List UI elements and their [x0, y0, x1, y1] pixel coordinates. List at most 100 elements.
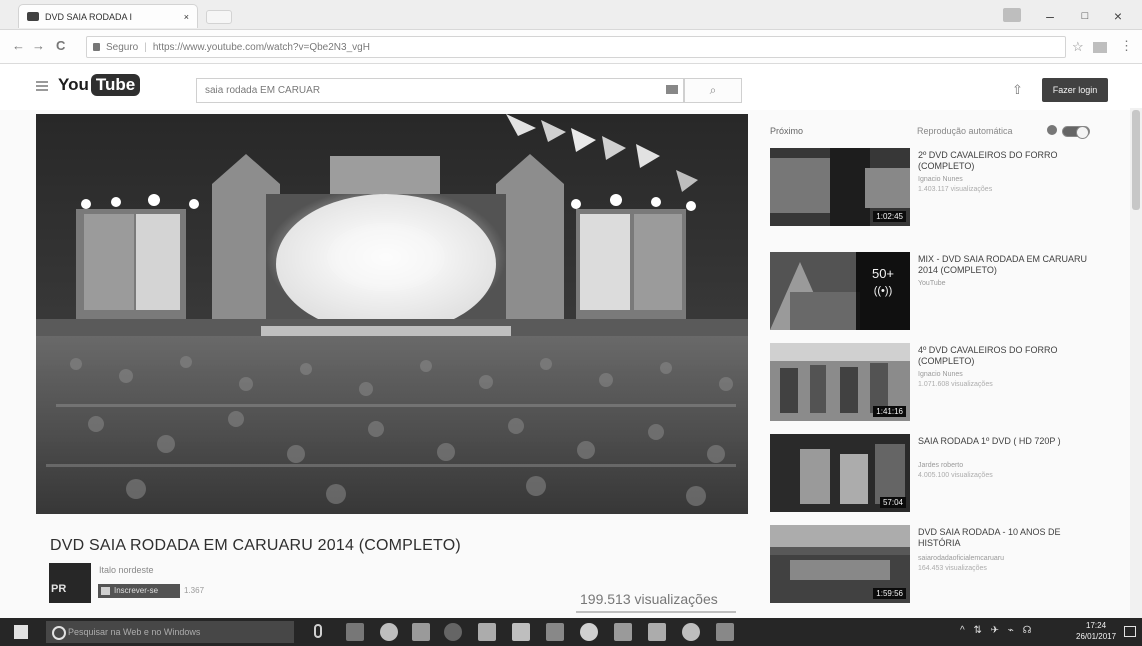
microphone-icon[interactable] [314, 624, 322, 638]
recommendation-item[interactable]: 1:41:16 4º DVD CAVALEIROS DO FORRO (COMP… [770, 343, 1130, 423]
mix-playlist-overlay: 50+ ((•)) [856, 252, 910, 330]
tab-title: DVD SAIA RODADA I [45, 11, 133, 22]
recommendation-item[interactable]: 1:59:56 DVD SAIA RODADA - 10 ANOS DE HIS… [770, 525, 1130, 605]
paint-icon[interactable] [716, 623, 734, 641]
profile-icon[interactable] [1003, 8, 1021, 22]
recommendation-channel: saiarodadaoficialemcaruaru [918, 555, 1004, 562]
browser-menu-icon[interactable]: ⋮ [1120, 38, 1133, 54]
recommendation-item[interactable]: 57:04 SAIA RODADA 1º DVD ( HD 720p ) Jar… [770, 434, 1130, 514]
search-button[interactable]: ⌕ [684, 78, 742, 103]
chrome-icon[interactable] [444, 623, 462, 641]
new-tab-button[interactable] [206, 10, 232, 24]
recommendation-item[interactable]: 1:02:45 2º DVD CAVALEIROS DO FORRO (COMP… [770, 148, 1130, 228]
taskbar-search-box[interactable]: Pesquisar na Web e no Windows [46, 621, 294, 643]
logo-tube: Tube [90, 74, 141, 96]
upload-icon[interactable]: ⇧ [1012, 82, 1023, 98]
subscribe-button[interactable]: Inscrever-se [98, 584, 180, 598]
info-icon[interactable] [1047, 125, 1057, 135]
recommendation-item-mix[interactable]: 50+ ((•)) Mix - DVD SAIA RODADA EM CARUA… [770, 252, 1130, 332]
url-text: https://www.youtube.com/watch?v=Qbe2N3_v… [152, 41, 370, 53]
recommendation-channel: Jardes roberto [918, 462, 964, 469]
task-view-icon[interactable] [346, 623, 364, 641]
tab-close-icon[interactable]: × [184, 12, 189, 22]
edge-browser-icon[interactable] [380, 623, 398, 641]
scrollbar-thumb[interactable] [1132, 110, 1140, 210]
maximize-button[interactable]: □ [1075, 10, 1095, 22]
avatar-text: PR [51, 583, 67, 595]
sign-in-button[interactable]: Fazer login [1042, 78, 1108, 102]
video-duration: 1:02:45 [873, 211, 906, 222]
mail-icon[interactable] [546, 623, 564, 641]
browser-tab[interactable]: DVD SAIA RODADA I × [18, 4, 198, 28]
recommendation-views: 1.403.117 visualizações [918, 186, 993, 193]
system-tray-icons[interactable]: ^ ⇅ ✈ ⌁ ☊ [960, 625, 1034, 636]
autoplay-label: Reprodução automática [917, 126, 1013, 136]
youtube-favicon-icon [27, 12, 39, 21]
taskbar-clock[interactable]: 17:24 26/01/2017 [1076, 620, 1116, 642]
tab-strip: DVD SAIA RODADA I × – □ × [0, 0, 1142, 30]
video-title: DVD SAIA RODADA EM CARUARU 2014 (COMPLET… [50, 537, 461, 554]
clock-time: 17:24 [1086, 621, 1107, 630]
recommendation-views: 1.071.608 visualizações [918, 381, 993, 388]
photos-icon[interactable] [614, 623, 632, 641]
recommendation-views: 4.005.100 visualizações [918, 472, 993, 479]
screen: DVD SAIA RODADA I × – □ × ← → C Seguro |… [0, 0, 1142, 646]
video-thumbnail[interactable]: 1:41:16 [770, 343, 910, 421]
file-explorer-icon[interactable] [412, 623, 430, 641]
search-input[interactable]: saia rodada EM CARUAR [196, 78, 684, 103]
taskbar-app-icon[interactable] [478, 623, 496, 641]
url-separator: | [144, 41, 147, 53]
view-count: 199.513 visualizações [580, 591, 718, 607]
address-bar[interactable]: Seguro | https://www.youtube.com/watch?v… [86, 36, 1066, 58]
video-thumbnail[interactable]: 1:59:56 [770, 525, 910, 603]
close-window-button[interactable]: × [1108, 8, 1128, 24]
guide-menu-icon[interactable] [36, 81, 48, 91]
word-icon[interactable] [648, 623, 666, 641]
youtube-header: You Tube saia rodada EM CARUAR ⌕ ⇧ Fazer… [0, 64, 1142, 110]
logo-you: You [58, 75, 89, 94]
bookmark-star-icon[interactable]: ☆ [1072, 39, 1084, 55]
video-duration: 1:41:16 [873, 406, 906, 417]
secure-label: Seguro [106, 41, 139, 53]
channel-name[interactable]: Italo nordeste [99, 565, 154, 575]
lock-icon [93, 43, 100, 51]
recommendation-views: 164.453 visualizações [918, 565, 987, 572]
recommendation-title[interactable]: 4º DVD CAVALEIROS DO FORRO (COMPLETO) [918, 345, 1098, 367]
subscriber-count: 1.367 [184, 586, 205, 595]
up-next-label: Próximo [770, 126, 804, 136]
recommendation-title[interactable]: 2º DVD CAVALEIROS DO FORRO (COMPLETO) [918, 150, 1098, 172]
youtube-logo[interactable]: You Tube [58, 74, 141, 96]
keyboard-icon[interactable] [666, 85, 678, 94]
recommendation-channel: YouTube [918, 280, 946, 287]
recommendation-channel: Ignacio Nunes [918, 371, 963, 378]
autoplay-toggle[interactable] [1062, 126, 1090, 139]
settings-icon[interactable] [682, 623, 700, 641]
mix-radio-icon: ((•)) [873, 285, 893, 297]
video-duration: 57:04 [879, 497, 906, 508]
recommendation-title[interactable]: Mix - DVD SAIA RODADA EM CARUARU 2014 (C… [918, 254, 1098, 276]
recommendation-title[interactable]: DVD SAIA RODADA - 10 ANOS DE HISTÓRIA [918, 527, 1098, 549]
windows-taskbar: Pesquisar na Web e no Windows ^ ⇅ ✈ ⌁ ☊ … [0, 618, 1142, 646]
channel-avatar[interactable]: PR [49, 563, 91, 603]
clock-date: 26/01/2017 [1076, 632, 1117, 641]
address-toolbar: ← → C Seguro | https://www.youtube.com/w… [0, 30, 1142, 64]
video-thumbnail[interactable]: 1:02:45 [770, 148, 910, 226]
like-ratio-bar [576, 611, 736, 613]
mix-count: 50+ [871, 266, 895, 281]
forward-button[interactable]: → [32, 38, 45, 53]
media-player-icon[interactable] [580, 623, 598, 641]
windows-start-icon[interactable] [14, 625, 28, 639]
recommendation-channel: Ignacio Nunes [918, 176, 963, 183]
back-button[interactable]: ← [12, 38, 25, 53]
video-player[interactable] [36, 114, 748, 514]
extension-icon[interactable] [1093, 42, 1107, 53]
minimize-button[interactable]: – [1040, 8, 1060, 24]
video-thumbnail[interactable]: 50+ ((•)) [770, 252, 910, 330]
store-icon[interactable] [512, 623, 530, 641]
recommendation-title[interactable]: SAIA RODADA 1º DVD ( HD 720p ) [918, 436, 1098, 447]
video-thumbnail[interactable]: 57:04 [770, 434, 910, 512]
action-center-icon[interactable] [1124, 626, 1136, 637]
reload-button[interactable]: C [56, 38, 65, 53]
video-duration: 1:59:56 [873, 588, 906, 599]
video-frame-concert-stage [36, 114, 748, 514]
